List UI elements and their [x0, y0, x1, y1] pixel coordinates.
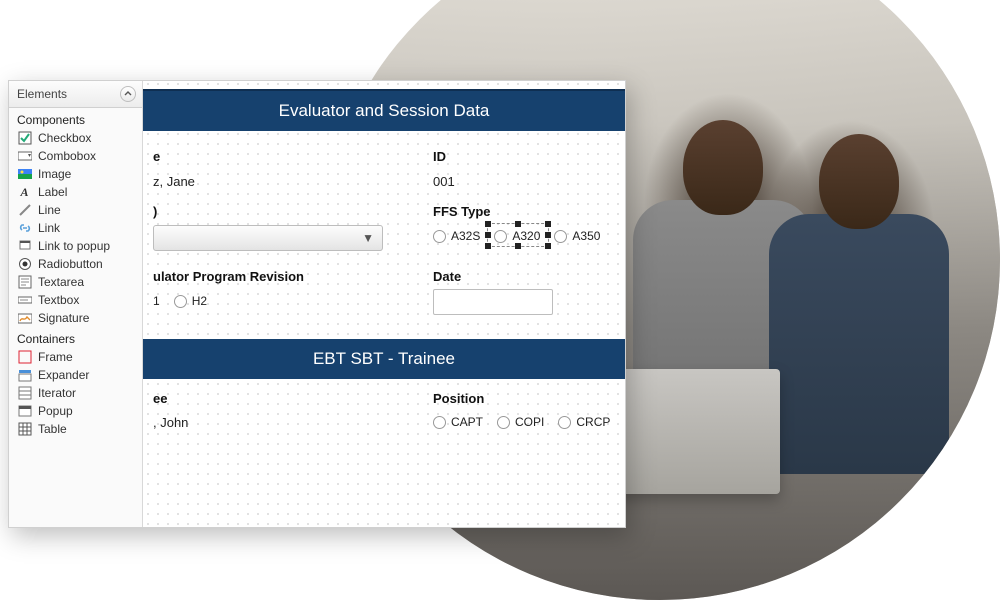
component-checkbox[interactable]: Checkbox [9, 129, 142, 147]
resize-handle[interactable] [545, 232, 551, 238]
component-label: Signature [38, 311, 89, 325]
design-canvas[interactable]: Evaluator and Session Data e z, Jane ID … [143, 81, 625, 527]
component-link-to-popup[interactable]: Link to popup [9, 237, 142, 255]
component-signature[interactable]: Signature [9, 309, 142, 327]
combobox-icon [17, 149, 32, 163]
component-textbox[interactable]: Textbox [9, 291, 142, 309]
component-label: Link to popup [38, 239, 110, 253]
position-crcp[interactable]: CRCP [558, 415, 610, 429]
chevron-down-icon: ▼ [362, 231, 374, 245]
container-popup[interactable]: Popup [9, 402, 142, 420]
resize-handle[interactable] [545, 221, 551, 227]
component-label: Textarea [38, 275, 84, 289]
ffs-type-label[interactable]: FFS Type [433, 204, 491, 219]
component-textarea[interactable]: Textarea [9, 273, 142, 291]
frame-icon [17, 350, 32, 364]
position-label[interactable]: Position [433, 391, 484, 406]
program-rev-option-1[interactable]: 1 [153, 294, 160, 308]
date-input[interactable] [433, 289, 553, 315]
resize-handle[interactable] [515, 221, 521, 227]
position-copi[interactable]: COPI [497, 415, 544, 429]
container-frame[interactable]: Frame [9, 348, 142, 366]
component-combobox[interactable]: Combobox [9, 147, 142, 165]
component-link[interactable]: Link [9, 219, 142, 237]
program-revision-radiogroup: 1 H2 [153, 294, 207, 308]
banner-evaluator[interactable]: Evaluator and Session Data [143, 89, 625, 131]
sidebar-header[interactable]: Elements [9, 81, 142, 108]
component-line[interactable]: Line [9, 201, 142, 219]
component-image[interactable]: Image [9, 165, 142, 183]
component-radiobutton[interactable]: Radiobutton [9, 255, 142, 273]
component-label: Line [38, 203, 61, 217]
component-label: Popup [38, 404, 73, 418]
label-icon: A [17, 185, 32, 199]
sidebar-header-label: Elements [17, 87, 67, 101]
container-expander[interactable]: Expander [9, 366, 142, 384]
link-to-popup-icon [17, 239, 32, 253]
program-revision-label[interactable]: ulator Program Revision [153, 269, 304, 284]
table-icon [17, 422, 32, 436]
component-label: Checkbox [38, 131, 91, 145]
sim-combobox[interactable]: ▼ [153, 225, 383, 251]
component-label: Link [38, 221, 60, 235]
resize-handle[interactable] [485, 243, 491, 249]
component-label: Combobox [38, 149, 96, 163]
group-containers-label: Containers [9, 327, 142, 348]
form-designer-window: Elements Components Checkbox Combobox Im… [8, 80, 626, 528]
line-icon [17, 203, 32, 217]
component-label: Table [38, 422, 67, 436]
image-icon [17, 167, 32, 181]
component-label: Frame [38, 350, 73, 364]
textbox-icon [17, 293, 32, 307]
radiobutton-icon [17, 257, 32, 271]
position-radiogroup: CAPT COPI CRCP [433, 415, 610, 429]
component-label[interactable]: A Label [9, 183, 142, 201]
component-label: Label [38, 185, 67, 199]
trainee-value[interactable]: , John [153, 415, 188, 430]
component-label: Image [38, 167, 71, 181]
component-label: Expander [38, 368, 89, 382]
sim-label[interactable]: ) [153, 204, 157, 219]
date-label[interactable]: Date [433, 269, 461, 284]
evaluator-name-value[interactable]: z, Jane [153, 174, 195, 189]
resize-handle[interactable] [485, 232, 491, 238]
selection-box[interactable] [487, 223, 549, 247]
checkbox-icon [17, 131, 32, 145]
link-icon [17, 221, 32, 235]
component-label: Iterator [38, 386, 76, 400]
person-right [769, 124, 949, 484]
collapse-icon[interactable] [120, 86, 136, 102]
ffs-option-a32s[interactable]: A32S [433, 229, 480, 243]
iterator-icon [17, 386, 32, 400]
container-iterator[interactable]: Iterator [9, 384, 142, 402]
trainee-label[interactable]: ee [153, 391, 167, 406]
popup-icon [17, 404, 32, 418]
ffs-option-a350[interactable]: A350 [554, 229, 600, 243]
program-rev-option-h2[interactable]: H2 [174, 294, 207, 308]
container-table[interactable]: Table [9, 420, 142, 438]
resize-handle[interactable] [485, 221, 491, 227]
resize-handle[interactable] [515, 243, 521, 249]
id-value[interactable]: 001 [433, 174, 455, 189]
signature-icon [17, 311, 32, 325]
id-label[interactable]: ID [433, 149, 446, 164]
group-components-label: Components [9, 108, 142, 129]
resize-handle[interactable] [545, 243, 551, 249]
component-label: Radiobutton [38, 257, 103, 271]
banner-trainee[interactable]: EBT SBT - Trainee [143, 339, 625, 379]
component-label: Textbox [38, 293, 79, 307]
evaluator-name-label[interactable]: e [153, 149, 160, 164]
expander-icon [17, 368, 32, 382]
textarea-icon [17, 275, 32, 289]
position-capt[interactable]: CAPT [433, 415, 483, 429]
elements-sidebar: Elements Components Checkbox Combobox Im… [9, 81, 143, 527]
